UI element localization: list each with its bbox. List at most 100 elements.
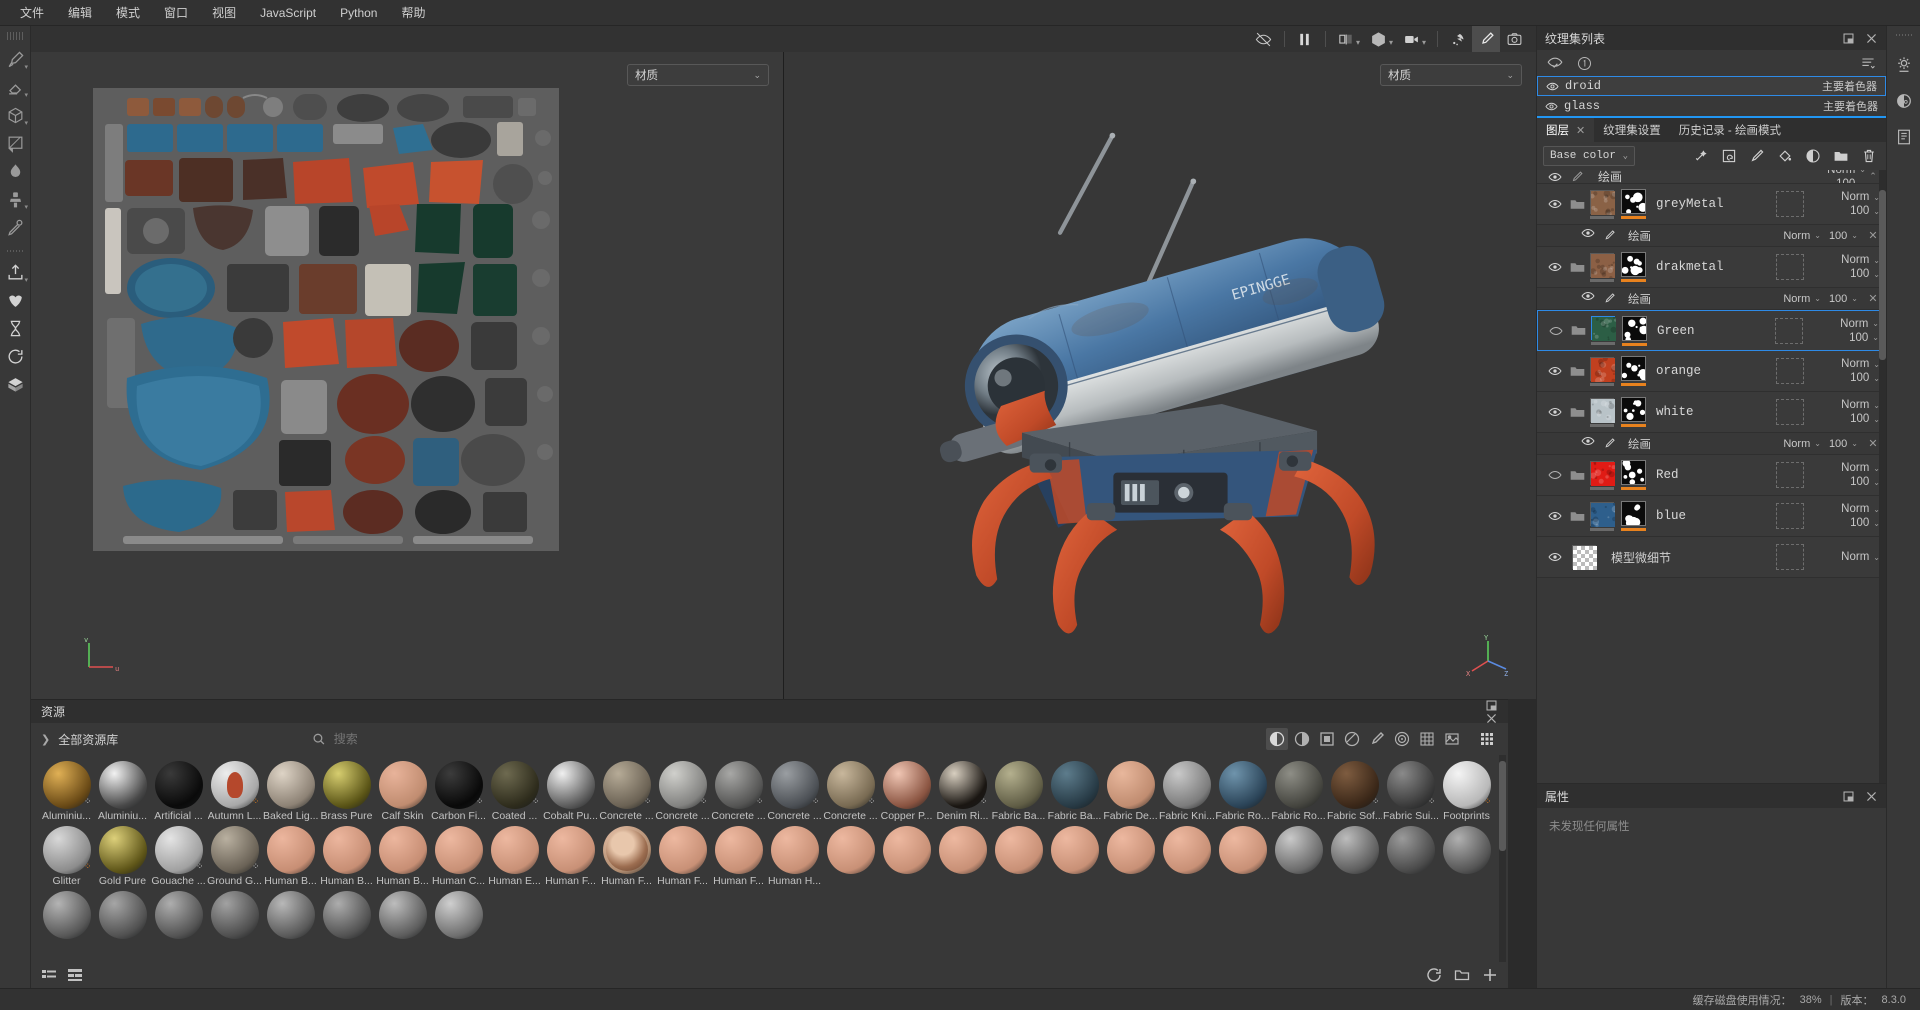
hide-display-button[interactable] bbox=[1250, 26, 1278, 52]
close-icon[interactable]: ✕ bbox=[1866, 229, 1880, 242]
layer-name[interactable]: drakmetal bbox=[1656, 260, 1776, 274]
add-fill-layer-button[interactable] bbox=[1774, 145, 1796, 167]
eye-icon[interactable] bbox=[1581, 226, 1595, 240]
layer-effects-slot[interactable] bbox=[1776, 358, 1804, 384]
eye-icon[interactable] bbox=[1581, 289, 1595, 303]
layer-blend-controls[interactable]: Norm⌄100⌄ bbox=[1812, 399, 1880, 425]
asset-item[interactable]: Human E... bbox=[487, 826, 542, 891]
toolbar-drag-handle[interactable] bbox=[7, 32, 23, 40]
asset-item[interactable]: Brass Pure bbox=[319, 761, 374, 826]
tab-history[interactable]: 历史记录 - 绘画模式 bbox=[1670, 118, 1790, 142]
asset-library-dropdown[interactable]: ❯ 全部资源库 bbox=[41, 731, 118, 748]
asset-item[interactable]: Human B... bbox=[263, 826, 318, 891]
float-panel-icon[interactable] bbox=[1842, 32, 1855, 45]
layer-name[interactable]: Red bbox=[1656, 468, 1776, 482]
layer-mask-thumbnail[interactable] bbox=[1620, 460, 1646, 485]
refresh-assets-button[interactable] bbox=[1426, 967, 1442, 983]
layer-opacity[interactable]: 100 bbox=[1850, 476, 1869, 488]
layer-thumbnail[interactable] bbox=[1589, 189, 1617, 217]
toolbar-drag-handle[interactable] bbox=[1895, 32, 1912, 38]
layer-visibility-toggle[interactable] bbox=[1545, 509, 1565, 523]
add-adjustment-button[interactable] bbox=[1802, 145, 1824, 167]
menu-item-file[interactable]: 文件 bbox=[8, 1, 56, 25]
layer-opacity[interactable]: 100 bbox=[1850, 413, 1869, 425]
asset-search-input[interactable] bbox=[333, 732, 1073, 746]
layer-blend-controls[interactable]: Norm ⌄ bbox=[1812, 551, 1880, 563]
asset-item[interactable]: ⁘ Fabric Sof... bbox=[1327, 761, 1382, 826]
list-sort-icon[interactable] bbox=[1860, 55, 1876, 71]
layer-row[interactable]: Green Norm ⌄ 100 ⌄ bbox=[1537, 310, 1886, 351]
layer-visibility-toggle[interactable] bbox=[1545, 405, 1565, 419]
layer-effects-slot[interactable] bbox=[1776, 191, 1804, 217]
asset-item[interactable] bbox=[1215, 826, 1270, 891]
asset-item[interactable] bbox=[1439, 826, 1494, 891]
layer-blend-controls[interactable]: Norm⌄100⌄ bbox=[1812, 503, 1880, 529]
asset-item[interactable] bbox=[375, 891, 430, 956]
uv-viewport[interactable]: 材质 ⌄ v u bbox=[31, 52, 784, 699]
layer-thumbnail[interactable] bbox=[1572, 545, 1597, 570]
sublayer-opacity[interactable]: 100 bbox=[1829, 438, 1847, 450]
layer-mask-thumbnail[interactable] bbox=[1620, 252, 1646, 277]
export-tool[interactable]: ▾ bbox=[1, 259, 29, 286]
add-asset-button[interactable] bbox=[1482, 967, 1498, 983]
asset-item[interactable]: Human F... bbox=[543, 826, 598, 891]
layer-effects-slot[interactable] bbox=[1776, 503, 1804, 529]
layer-thumbnail[interactable] bbox=[1590, 460, 1616, 486]
filter-smartmask-icon[interactable] bbox=[1341, 728, 1363, 750]
close-icon[interactable]: ✕ bbox=[1576, 124, 1585, 137]
asset-item[interactable]: Aluminiu... bbox=[95, 761, 150, 826]
geometry-tool[interactable] bbox=[1, 371, 29, 398]
open-folder-button[interactable] bbox=[1454, 967, 1470, 983]
asset-item[interactable]: ⁘ Footprints bbox=[1439, 761, 1494, 826]
refresh-tool[interactable] bbox=[1, 343, 29, 370]
texture-set-item-droid[interactable]: droid 主要着色器 bbox=[1537, 76, 1886, 96]
close-icon[interactable] bbox=[1865, 32, 1878, 45]
channel-dropdown[interactable]: Base color ⌄ bbox=[1543, 146, 1635, 166]
asset-item[interactable]: ⁘ Glitter bbox=[39, 826, 94, 891]
layer-blend-mode[interactable]: Norm bbox=[1841, 399, 1869, 411]
sublayer-visibility-toggle[interactable] bbox=[1581, 434, 1595, 453]
asset-grid[interactable]: ⁘ Aluminiu... Aluminiu... Artificial ... ⁘ Au… bbox=[31, 755, 1508, 962]
layer-name[interactable]: white bbox=[1656, 405, 1776, 419]
layer-blend-controls[interactable]: Norm⌄100⌄ bbox=[1812, 191, 1880, 217]
smudge-tool[interactable] bbox=[1, 158, 29, 185]
layer-thumbnail[interactable] bbox=[1590, 252, 1615, 279]
eye-check-icon[interactable] bbox=[1547, 55, 1563, 71]
shading-display-button[interactable]: ▾ bbox=[1365, 26, 1398, 52]
paint-brush-tool[interactable]: ▾ bbox=[1, 46, 29, 73]
shader-settings-icon[interactable] bbox=[1889, 86, 1919, 116]
sublayer-blend-mode[interactable]: Norm bbox=[1783, 230, 1810, 242]
texture-display-button[interactable]: ▾ bbox=[1332, 26, 1365, 52]
asset-item[interactable] bbox=[1327, 826, 1382, 891]
asset-item[interactable] bbox=[879, 826, 934, 891]
asset-item[interactable] bbox=[263, 891, 318, 956]
layer-effects-slot[interactable] bbox=[1776, 399, 1804, 425]
layer-blend-mode[interactable]: Norm bbox=[1841, 551, 1869, 563]
sublayer-opacity[interactable]: 100 bbox=[1829, 293, 1847, 305]
layer-thumbnail[interactable] bbox=[1590, 355, 1618, 384]
asset-item[interactable]: Calf Skin bbox=[375, 761, 430, 826]
asset-item[interactable]: ⁘ Aluminiu... bbox=[39, 761, 94, 826]
layer-row[interactable]: greyMetal Norm ⌄ 100 ⌄ bbox=[1537, 184, 1886, 225]
eye-icon[interactable] bbox=[1545, 100, 1558, 113]
asset-item[interactable] bbox=[207, 891, 262, 956]
eraser-tool[interactable]: ▾ bbox=[1, 74, 29, 101]
asset-item[interactable]: Human F... bbox=[599, 826, 654, 891]
layer-mask-thumbnail[interactable] bbox=[1620, 501, 1646, 526]
filter-texture-icon[interactable] bbox=[1416, 728, 1438, 750]
layer-blend-mode[interactable]: Norm bbox=[1841, 358, 1869, 370]
layer-blend-mode[interactable]: Norm bbox=[1840, 318, 1868, 330]
filter-brush-icon[interactable] bbox=[1366, 728, 1388, 750]
filter-smartmaterial-icon[interactable] bbox=[1291, 728, 1313, 750]
display-settings-icon[interactable] bbox=[1889, 50, 1919, 80]
layer-list-scrollbar-thumb[interactable] bbox=[1879, 190, 1886, 360]
layer-effects-slot[interactable] bbox=[1775, 317, 1803, 344]
asset-item[interactable] bbox=[1159, 826, 1214, 891]
layer-opacity[interactable]: 100 bbox=[1850, 517, 1869, 529]
asset-item[interactable]: Fabric Ro... bbox=[1271, 761, 1326, 826]
asset-item[interactable]: ⁘ Concrete ... bbox=[767, 761, 822, 826]
float-panel-icon[interactable] bbox=[1485, 699, 1498, 712]
eye-icon[interactable] bbox=[1548, 197, 1562, 211]
layer-blend-controls[interactable]: Norm⌄100⌄ bbox=[1812, 358, 1880, 384]
filter-mask-icon[interactable] bbox=[1316, 728, 1338, 750]
